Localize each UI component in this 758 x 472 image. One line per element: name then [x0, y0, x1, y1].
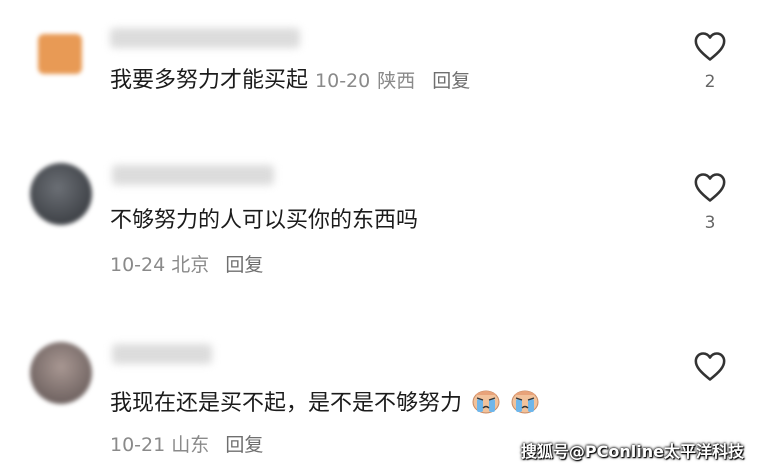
comment-text: 我现在还是买不起，是不是不够努力 [110, 391, 463, 416]
avatar[interactable] [38, 34, 82, 74]
comment-date: 10-24 [110, 254, 166, 276]
comment-location: 山东 [171, 434, 210, 456]
crying-face-emoji [511, 390, 539, 414]
heart-outline-icon [694, 352, 726, 381]
username-blurred[interactable] [112, 344, 212, 364]
heart-outline-icon [694, 173, 726, 202]
like-button[interactable]: 2 [692, 30, 728, 92]
comment-text: 不够努力的人可以买你的东西吗 [110, 208, 419, 233]
comment-meta: 10-21 山东 回复 [110, 430, 263, 457]
reply-button[interactable]: 回复 [225, 254, 263, 276]
comment-text: 我要多努力才能买起 [110, 68, 309, 93]
comment-meta: 10-24 北京 回复 [110, 250, 263, 277]
like-button[interactable]: 3 [692, 171, 728, 233]
comment-body: 我要多努力才能买起 10-20 陕西 回复 [110, 67, 470, 95]
like-count: 3 [704, 213, 716, 233]
comment-location: 北京 [171, 254, 210, 276]
username-blurred[interactable] [110, 28, 300, 48]
avatar[interactable] [30, 163, 92, 225]
avatar[interactable] [30, 342, 92, 404]
heart-outline-icon [694, 32, 726, 61]
crying-face-emoji [472, 390, 500, 414]
comment-body: 不够努力的人可以买你的东西吗 [110, 207, 418, 235]
reply-button[interactable]: 回复 [225, 434, 263, 456]
watermark: 搜狐号@PConline太平洋科技 [520, 442, 744, 461]
comment-body: 我现在还是买不起，是不是不够努力 [110, 386, 540, 418]
reply-button[interactable]: 回复 [432, 70, 470, 92]
comment-date: 10-20 [315, 70, 371, 92]
like-button[interactable] [692, 350, 728, 382]
comment-location: 陕西 [377, 70, 416, 92]
comment-date: 10-21 [110, 434, 166, 456]
username-blurred[interactable] [112, 165, 274, 185]
like-count: 2 [704, 72, 716, 92]
